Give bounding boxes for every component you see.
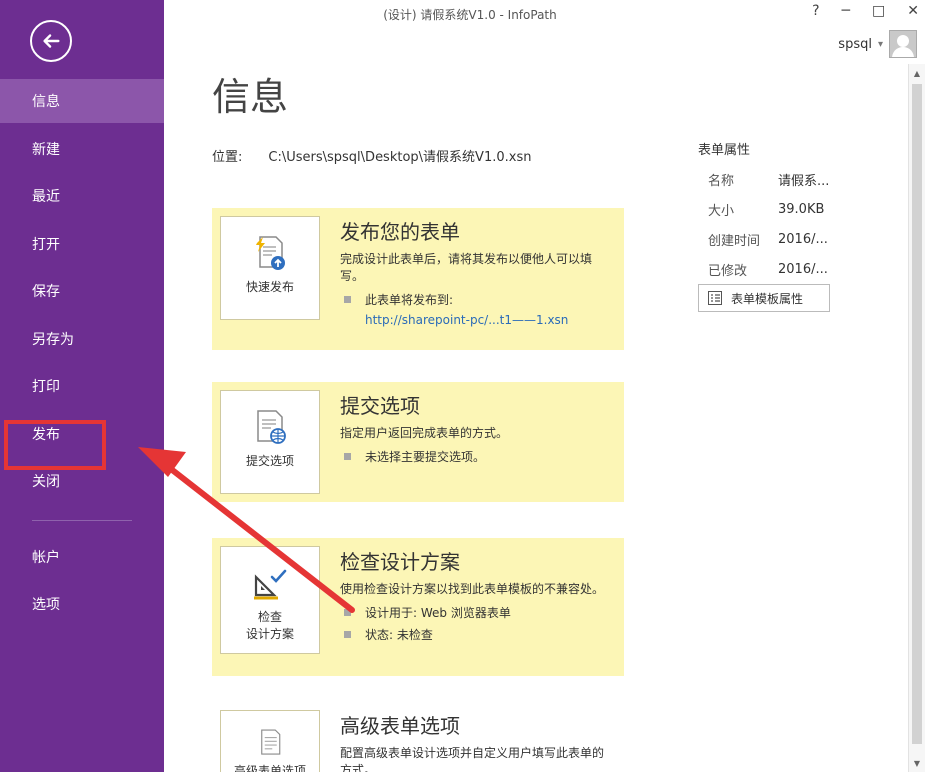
design-checker-description: 使用检查设计方案以找到此表单模板的不兼容处。 xyxy=(340,582,605,596)
window-controls: ? ─ □ ✕ xyxy=(812,3,919,19)
chevron-down-icon: ▾ xyxy=(877,38,883,50)
person-icon xyxy=(892,35,914,57)
window-title: (设计) 请假系统V1.0 - InfoPath xyxy=(383,8,557,22)
property-row: 大小 39.0KB xyxy=(698,194,898,224)
page-title: 信息 xyxy=(212,75,289,119)
publish-card: 快速发布 发布您的表单 完成设计此表单后，请将其发布以便他人可以填写。 此表单将… xyxy=(212,208,624,350)
advanced-options-button[interactable]: 高级表单选项 xyxy=(220,710,320,772)
sidebar-item-print[interactable]: 打印 xyxy=(0,364,164,408)
advanced-options-icon xyxy=(261,729,281,755)
advanced-options-description: 配置高级表单设计选项并自定义用户填写此表单的方式。 xyxy=(340,746,605,772)
properties-title: 表单属性 xyxy=(698,143,751,158)
bullet-icon xyxy=(344,609,351,616)
property-value: 2016/... xyxy=(778,261,828,277)
minimize-icon[interactable]: ─ xyxy=(842,3,850,19)
bullet-icon xyxy=(344,296,351,303)
list-item: 状态: 未检查 xyxy=(340,626,610,644)
property-label: 已修改 xyxy=(708,263,748,279)
submit-description: 指定用户返回完成表单的方式。 xyxy=(340,426,509,440)
file-location: 位置: C:\Users\spsql\Desktop\请假系统V1.0.xsn xyxy=(212,146,531,165)
user-account[interactable]: spsql ▾ xyxy=(838,30,917,58)
submit-title: 提交选项 xyxy=(340,394,420,418)
property-value: 2016/... xyxy=(778,231,828,247)
sidebar-item-save-as[interactable]: 另存为 xyxy=(0,317,164,361)
design-checker-label-2: 设计方案 xyxy=(245,627,294,641)
back-button[interactable] xyxy=(30,20,72,62)
submit-options-label: 提交选项 xyxy=(245,454,294,468)
sidebar-item-info[interactable]: 信息 xyxy=(0,79,164,123)
help-icon[interactable]: ? xyxy=(812,3,819,19)
design-checker-title: 检查设计方案 xyxy=(340,550,460,574)
publish-card-body: 发布您的表单 完成设计此表单后，请将其发布以便他人可以填写。 此表单将发布到: … xyxy=(340,216,610,327)
location-path: C:\Users\spsql\Desktop\请假系统V1.0.xsn xyxy=(268,150,532,165)
bullet-icon xyxy=(344,631,351,638)
advanced-options-label: 高级表单选项 xyxy=(233,764,306,772)
sidebar-divider xyxy=(32,520,132,521)
list-item: 此表单将发布到: xyxy=(340,291,610,309)
annotation-highlight-box xyxy=(4,420,106,470)
sidebar: 信息 新建 最近 打开 保存 另存为 打印 发布 关闭 帐户 选项 xyxy=(0,0,164,772)
advanced-options-body: 高级表单选项 配置高级表单设计选项并自定义用户填写此表单的方式。 xyxy=(340,710,610,772)
restore-icon[interactable]: □ xyxy=(872,3,885,19)
sidebar-item-recent[interactable]: 最近 xyxy=(0,174,164,218)
sidebar-item-save[interactable]: 保存 xyxy=(0,269,164,313)
sidebar-item-open[interactable]: 打开 xyxy=(0,222,164,266)
submit-options-icon xyxy=(257,410,286,444)
form-template-properties-label: 表单模板属性 xyxy=(731,291,804,306)
design-checker-label-1: 检查 xyxy=(257,610,282,624)
user-name: spsql xyxy=(838,36,872,52)
bullet-text: 未选择主要提交选项。 xyxy=(365,450,486,464)
property-value: 请假系... xyxy=(778,173,830,189)
list-item: 未选择主要提交选项。 xyxy=(340,448,610,466)
property-label: 创建时间 xyxy=(708,233,761,249)
property-label: 大小 xyxy=(708,203,735,219)
back-arrow-icon xyxy=(43,34,60,48)
advanced-options-card: 高级表单选项 高级表单选项 配置高级表单设计选项并自定义用户填写此表单的方式。 xyxy=(212,702,624,772)
scrollbar-thumb[interactable] xyxy=(912,84,922,744)
list-item: 设计用于: Web 浏览器表单 xyxy=(340,604,610,622)
design-checker-body: 检查设计方案 使用检查设计方案以找到此表单模板的不兼容处。 设计用于: Web … xyxy=(340,546,610,648)
design-checker-icon xyxy=(254,569,287,600)
sidebar-item-new[interactable]: 新建 xyxy=(0,127,164,171)
property-row: 名称 请假系... xyxy=(698,164,898,194)
design-checker-card: 检查 设计方案 检查设计方案 使用检查设计方案以找到此表单模板的不兼容处。 设计… xyxy=(212,538,624,676)
bullet-icon xyxy=(344,453,351,460)
publish-description: 完成设计此表单后，请将其发布以便他人可以填写。 xyxy=(340,252,593,283)
sidebar-item-options[interactable]: 选项 xyxy=(0,582,164,626)
vertical-scrollbar[interactable]: ▲ ▼ xyxy=(908,64,925,772)
bullet-text: 状态: 未检查 xyxy=(365,628,433,642)
quick-publish-button[interactable]: 快速发布 xyxy=(220,216,320,320)
publish-location-link[interactable]: http://sharepoint-pc/...t1——1.xsn xyxy=(365,313,610,327)
submit-card-body: 提交选项 指定用户返回完成表单的方式。 未选择主要提交选项。 xyxy=(340,390,610,470)
quick-publish-label: 快速发布 xyxy=(245,280,294,294)
infopath-backstage: 信息 新建 最近 打开 保存 另存为 打印 发布 关闭 帐户 选项 (设计) 请… xyxy=(0,0,929,772)
property-row: 已修改 2016/... xyxy=(698,254,898,284)
property-label: 名称 xyxy=(708,173,735,189)
close-icon[interactable]: ✕ xyxy=(907,3,919,19)
location-label: 位置: xyxy=(212,150,243,165)
bullet-text: 此表单将发布到: xyxy=(365,293,454,307)
scroll-up-icon[interactable]: ▲ xyxy=(909,66,925,80)
bullet-text: 设计用于: Web 浏览器表单 xyxy=(365,606,511,620)
form-properties: 表单属性 名称 请假系... 大小 39.0KB 创建时间 2016/... 已修改 2… xyxy=(698,139,898,284)
sidebar-item-account[interactable]: 帐户 xyxy=(0,535,164,579)
quick-publish-icon xyxy=(256,236,285,270)
avatar xyxy=(889,30,917,58)
submit-options-card: 提交选项 提交选项 指定用户返回完成表单的方式。 未选择主要提交选项。 xyxy=(212,382,624,502)
publish-title: 发布您的表单 xyxy=(340,220,460,244)
scroll-down-icon[interactable]: ▼ xyxy=(909,756,925,770)
properties-icon xyxy=(708,291,722,305)
design-checker-button[interactable]: 检查 设计方案 xyxy=(220,546,320,654)
property-row: 创建时间 2016/... xyxy=(698,224,898,254)
property-value: 39.0KB xyxy=(778,201,825,217)
form-template-properties-button[interactable]: 表单模板属性 xyxy=(698,284,830,312)
submit-options-button[interactable]: 提交选项 xyxy=(220,390,320,494)
advanced-options-title: 高级表单选项 xyxy=(340,714,460,738)
